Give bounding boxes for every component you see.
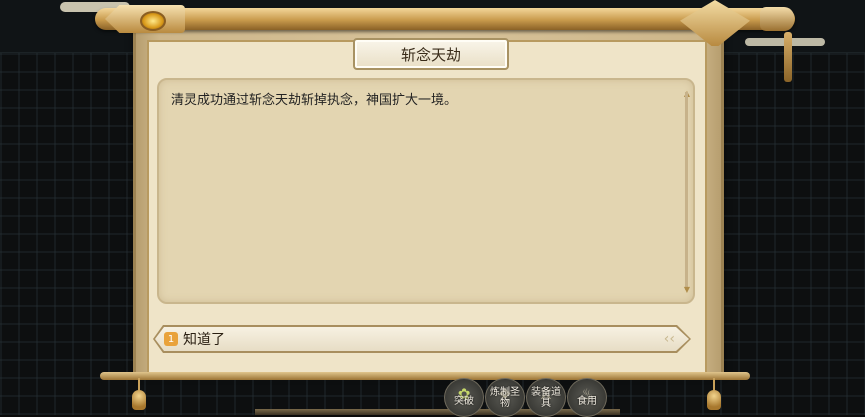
message-scrollbar[interactable] [685, 92, 688, 290]
menu-label: 食用 [577, 396, 597, 407]
bell-left-icon [132, 390, 146, 410]
scroll-bottom-rod [100, 372, 750, 380]
chevron-double-left-icon: ‹‹ [663, 331, 675, 347]
menu-label: 装备道具 [531, 387, 561, 409]
choice-label: 知道了 [183, 332, 225, 348]
message-panel: 清灵成功通过斩念天劫斩掉执念，神国扩大一境。 ▲ ▼ [157, 78, 695, 304]
menu-label: 炼制圣物 [490, 387, 520, 409]
menu-item-equip-items[interactable]: ⚔ 装备道具 [526, 378, 566, 417]
scroll-down-arrow-icon[interactable]: ▼ [682, 286, 692, 294]
menu-item-refine-relic[interactable]: ❖ 炼制圣物 [485, 378, 525, 417]
tassel-icon [784, 32, 792, 82]
jewel-icon [140, 11, 166, 31]
menu-item-breakthrough[interactable]: ✿ 突破 [444, 378, 484, 417]
choice-button[interactable]: 1 知道了 ‹‹ [155, 327, 689, 351]
menu-label: 突破 [454, 396, 474, 407]
dialog-message: 清灵成功通过斩念天劫斩掉执念，神国扩大一境。 [171, 93, 458, 108]
dialog-title: 斩念天劫 [353, 38, 509, 70]
choice-number-badge: 1 [164, 332, 178, 346]
bottom-menu: ✿ 突破 ❖ 炼制圣物 ⚔ 装备道具 ♨ 食用 [440, 378, 610, 417]
bell-right-icon [707, 390, 721, 410]
rod-end-cap [760, 7, 794, 31]
menu-item-eat[interactable]: ♨ 食用 [567, 378, 607, 417]
